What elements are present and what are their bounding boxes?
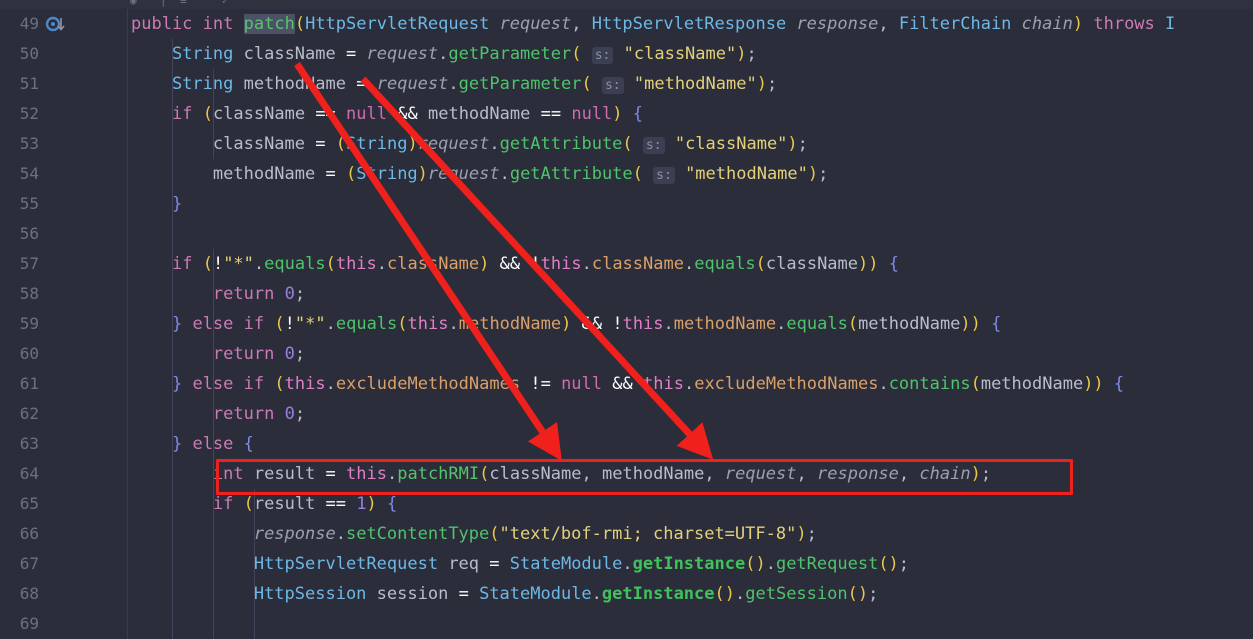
indent-guide	[172, 609, 173, 639]
line-number: 61	[19, 374, 39, 393]
code-line[interactable]: return 0;	[128, 279, 1253, 309]
implementing-method-icon[interactable]	[45, 9, 67, 39]
code-line[interactable]: HttpSession session = StateModule.getIns…	[128, 579, 1253, 609]
line-number: 52	[19, 104, 39, 123]
code-line[interactable]: className = (String)request.getAttribute…	[128, 129, 1253, 159]
code-line[interactable]: if (!"*".equals(this.className) && !this…	[128, 249, 1253, 279]
line-number: 60	[19, 344, 39, 363]
debug-icon[interactable]: ≡	[180, 0, 187, 6]
line-number: 63	[19, 434, 39, 453]
code-line[interactable]: HttpServletRequest req = StateModule.get…	[128, 549, 1253, 579]
check-icon[interactable]: ✓	[222, 0, 229, 6]
run-icon[interactable]: ◉	[130, 0, 137, 6]
line-number: 55	[19, 194, 39, 213]
line-number: 51	[19, 74, 39, 93]
code-line[interactable]: String className = request.getParameter(…	[128, 39, 1253, 69]
editor-gutter[interactable]: 49 50 51 52 53 54 55 56 57 58 59 60 61 62 63 64 65 66 67 68…	[0, 9, 127, 639]
line-number: 64	[19, 464, 39, 483]
toolbar-divider: |	[160, 0, 167, 7]
code-line[interactable]: if (result == 1) {	[128, 489, 1253, 519]
line-number: 59	[19, 314, 39, 333]
line-number: 50	[19, 44, 39, 63]
code-line[interactable]: return 0;	[128, 399, 1253, 429]
code-line[interactable]: if (className == null && methodName == n…	[128, 99, 1253, 129]
line-number: 62	[19, 404, 39, 423]
indent-guide	[213, 69, 214, 159]
code-line[interactable]: } else if (!"*".equals(this.methodName) …	[128, 309, 1253, 339]
code-line[interactable]: response.setContentType("text/bof-rmi; c…	[128, 519, 1253, 549]
code-line[interactable]: int result = this.patchRMI(className, me…	[128, 459, 1253, 489]
line-number: 57	[19, 254, 39, 273]
code-line[interactable]: methodName = (String)request.getAttribut…	[128, 159, 1253, 189]
line-number: 69	[19, 614, 39, 633]
code-line[interactable]: }	[128, 189, 1253, 219]
line-number: 67	[19, 554, 39, 573]
indent-guide	[172, 39, 173, 609]
editor-toolbar-strip: ◉ | ≡ ✓	[0, 0, 1253, 9]
line-number: 49	[19, 14, 39, 33]
code-line[interactable]: public int patch(HttpServletRequest requ…	[128, 9, 1253, 39]
line-number: 53	[19, 134, 39, 153]
code-line[interactable]: } else {	[128, 429, 1253, 459]
code-content[interactable]: public int patch(HttpServletRequest requ…	[128, 9, 1253, 639]
code-line[interactable]: String methodName = request.getParameter…	[128, 69, 1253, 99]
indent-guide	[213, 249, 214, 639]
code-line[interactable]	[128, 219, 1253, 249]
line-number: 66	[19, 524, 39, 543]
code-line[interactable]: return 0;	[128, 339, 1253, 369]
line-number: 54	[19, 164, 39, 183]
line-number: 68	[19, 584, 39, 603]
line-number: 56	[19, 224, 39, 243]
code-line[interactable]	[128, 609, 1253, 639]
code-editor[interactable]: ◉ | ≡ ✓ 49 50 51 52 53 54 55 56 57 58 59 60 61 62 63 64…	[0, 0, 1253, 639]
indent-guide	[254, 489, 255, 639]
code-line[interactable]: } else if (this.excludeMethodNames != nu…	[128, 369, 1253, 399]
line-number: 65	[19, 494, 39, 513]
line-number: 58	[19, 284, 39, 303]
